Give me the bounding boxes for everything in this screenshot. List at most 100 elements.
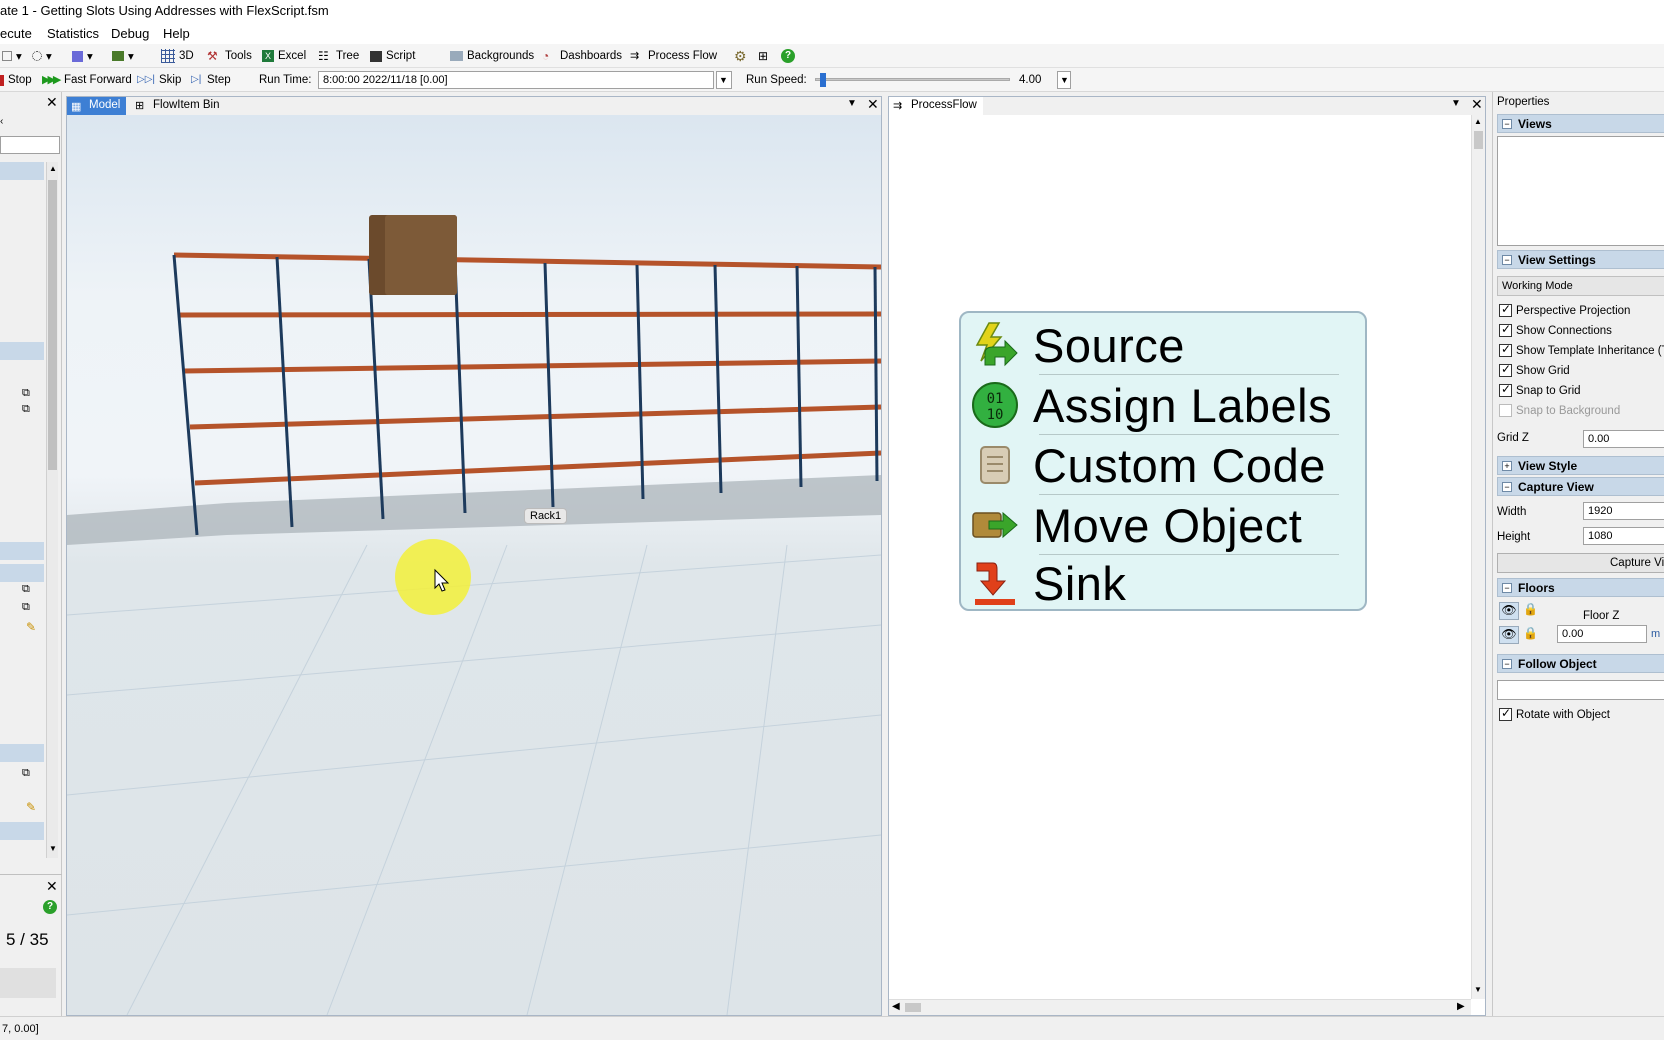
library-search-input[interactable] [0, 136, 60, 154]
expand-icon[interactable]: + [1502, 461, 1512, 471]
connect-button[interactable]: ▾ [32, 48, 52, 64]
scrollbar-thumb[interactable] [905, 1003, 921, 1012]
width-input[interactable]: 1920 [1583, 502, 1664, 520]
collapse-icon[interactable]: − [1502, 583, 1512, 593]
tab-flowitem-bin[interactable]: ⊞ FlowItem Bin [131, 97, 225, 115]
height-input[interactable]: 1080 [1583, 527, 1664, 545]
collapse-icon[interactable]: − [1502, 659, 1512, 669]
block-assign-labels[interactable]: 01 10 Assign Labels [971, 375, 1351, 435]
close-icon[interactable]: ✕ [1471, 96, 1483, 113]
checkbox-box[interactable] [1499, 404, 1512, 417]
grid-z-input[interactable]: 0.00 [1583, 430, 1664, 448]
run-speed-slider[interactable] [815, 73, 1010, 87]
checkbox-box[interactable] [1499, 362, 1512, 377]
section-view-style[interactable]: + View Style [1497, 456, 1664, 475]
select-mode-button[interactable]: ▾ [2, 48, 22, 64]
run-speed-thumb[interactable] [819, 73, 826, 87]
lock-icon[interactable]: 🔒 [1523, 602, 1538, 616]
skip-button[interactable]: ▷▷| Skip [137, 72, 181, 88]
views-list[interactable] [1497, 136, 1664, 246]
fast-forward-button[interactable]: ▶▶▶ Fast Forward [42, 72, 132, 88]
3d-button[interactable]: 3D [161, 48, 194, 64]
scroll-up-icon[interactable]: ▲ [49, 164, 57, 173]
process-flow-canvas[interactable]: Source 01 10 Assign Labels Custom Code M… [889, 115, 1471, 999]
scroll-left-icon[interactable]: ◀ [892, 1001, 900, 1012]
3d-scene[interactable]: Rack1 [67, 115, 881, 1015]
scroll-down-icon[interactable]: ▼ [1474, 985, 1482, 994]
run-time-dropdown[interactable]: ▼ [716, 71, 732, 89]
scrollbar-thumb[interactable] [1474, 131, 1483, 149]
tab-menu-icon[interactable]: ▼ [847, 98, 857, 109]
scroll-up-icon[interactable]: ▲ [1474, 117, 1482, 126]
excel-button[interactable]: X Excel [262, 48, 306, 64]
tree-structure-button[interactable]: ⊞ [758, 48, 772, 64]
library-group-header[interactable] [0, 342, 44, 360]
library-item-icon[interactable]: ⧉ [22, 602, 30, 613]
checkbox-show-connections[interactable]: Show Connections [1499, 322, 1612, 337]
library-group-header[interactable] [0, 542, 44, 560]
menu-help[interactable]: Help [163, 26, 190, 41]
working-mode-dropdown[interactable]: Working Mode [1497, 276, 1664, 296]
collapse-icon[interactable]: − [1502, 119, 1512, 129]
pencil-icon[interactable]: ✎ [26, 620, 36, 634]
process-flow-hscroll[interactable]: ◀ ▶ [889, 999, 1471, 1015]
process-flow-block-stack[interactable]: Source 01 10 Assign Labels Custom Code M… [959, 311, 1367, 611]
capture-view-button[interactable]: Capture Vie [1497, 553, 1664, 573]
panel-tab-fragment[interactable]: ‹ [0, 116, 6, 130]
section-views[interactable]: − Views [1497, 114, 1664, 133]
section-floors[interactable]: − Floors [1497, 578, 1664, 597]
library-group-header[interactable] [0, 744, 44, 762]
run-speed-dropdown[interactable]: ▼ [1057, 71, 1071, 89]
step-button[interactable]: ▷| Step [191, 72, 231, 88]
checkbox-perspective-projection[interactable]: Perspective Projection [1499, 302, 1630, 317]
shape-button[interactable]: ▾ [72, 48, 93, 64]
library-group-header[interactable] [0, 162, 44, 180]
scroll-down-icon[interactable]: ▼ [49, 844, 57, 853]
view-button[interactable]: ▾ [112, 48, 134, 64]
menu-debug[interactable]: Debug [111, 26, 149, 41]
block-source[interactable]: Source [971, 315, 1351, 375]
floor-z-input[interactable]: 0.00 [1557, 625, 1647, 643]
tab-process-flow[interactable]: ⇉ ProcessFlow [889, 97, 983, 115]
menu-statistics[interactable]: Statistics [47, 26, 99, 41]
checkbox-show-grid[interactable]: Show Grid [1499, 362, 1570, 377]
menu-execute[interactable]: ecute [0, 26, 32, 41]
library-group-header[interactable] [0, 822, 44, 840]
follow-object-input[interactable] [1497, 680, 1664, 700]
tab-model[interactable]: ▦ Model [67, 97, 127, 115]
lock-icon[interactable]: 🔒 [1523, 626, 1538, 640]
library-item-icon[interactable]: ⧉ [22, 388, 30, 399]
section-view-settings[interactable]: − View Settings [1497, 250, 1664, 269]
library-item-icon[interactable]: ⧉ [22, 404, 30, 415]
checkbox-box[interactable] [1499, 302, 1512, 317]
library-item-icon[interactable]: ⧉ [22, 768, 30, 779]
backgrounds-button[interactable]: Backgrounds [450, 48, 534, 64]
tab-menu-icon[interactable]: ▼ [1451, 98, 1461, 109]
section-capture-view[interactable]: − Capture View [1497, 477, 1664, 496]
collapse-icon[interactable]: − [1502, 482, 1512, 492]
checkbox-box[interactable] [1499, 382, 1512, 397]
help-icon[interactable]: ? [43, 900, 57, 914]
scroll-right-icon[interactable]: ▶ [1457, 1001, 1465, 1012]
block-custom-code[interactable]: Custom Code [971, 435, 1351, 495]
dashboards-button[interactable]: ◔ Dashboards [542, 48, 622, 64]
close-icon[interactable]: ✕ [46, 878, 58, 895]
pencil-icon[interactable]: ✎ [26, 800, 36, 814]
close-icon[interactable]: ✕ [867, 96, 879, 113]
collapse-icon[interactable]: − [1502, 255, 1512, 265]
process-flow-vscroll[interactable]: ▲ ▼ [1471, 115, 1485, 999]
close-icon[interactable]: ✕ [46, 94, 58, 111]
eye-icon[interactable]: 👁 [1499, 602, 1519, 620]
checkbox-snap-to-background[interactable]: Snap to Background [1499, 404, 1620, 417]
checkbox-show-template-inheritance[interactable]: Show Template Inheritance (T) [1499, 342, 1664, 357]
script-button[interactable]: Script [370, 48, 415, 64]
checkbox-rotate-with-object[interactable]: Rotate with Object [1499, 706, 1610, 721]
tools-button[interactable]: ⚒ Tools [207, 48, 252, 64]
process-flow-button[interactable]: ⇉ Process Flow [630, 48, 717, 64]
checkbox-box[interactable] [1499, 342, 1512, 357]
library-item-icon[interactable]: ⧉ [22, 584, 30, 595]
run-time-field[interactable]: 8:00:00 2022/11/18 [0.00] [318, 71, 714, 89]
checkbox-box[interactable] [1499, 706, 1512, 721]
checkbox-snap-to-grid[interactable]: Snap to Grid [1499, 382, 1581, 397]
nav-bar[interactable] [0, 968, 56, 998]
